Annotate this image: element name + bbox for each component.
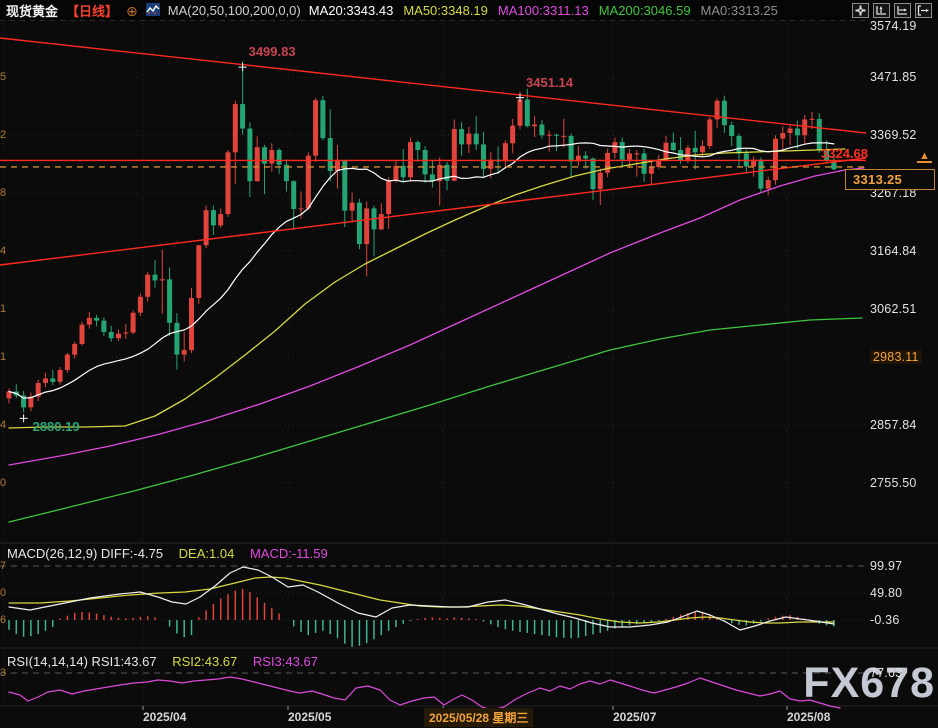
current-price-value: 3313.25 [846, 172, 902, 187]
rsi-panel-title: RSI(14,14,14) RSI1:43.67 RSI2:43.67 RSI3… [7, 654, 330, 669]
resistance-price-label: 3324.68 [821, 146, 868, 161]
ma-settings-label: MA(20,50,100,200,0,0) [168, 3, 301, 18]
left-axis-fragment: 5 [0, 71, 6, 83]
ma-value-1: MA50:3348.19 [403, 3, 488, 18]
trading-chart-window: 现货黄金 【日线】 ⊕ MA(20,50,100,200,0,0) MA20:3… [0, 0, 938, 728]
price-low-annotation: 2880.19 [33, 419, 80, 434]
y-axis-label: 3471.85 [870, 70, 917, 84]
rsi2-value: RSI2:43.67 [172, 654, 237, 669]
x-axis-label: 2025/08 [787, 710, 830, 724]
left-axis-fragment: 4 [0, 245, 6, 257]
price-high-annotation: 3499.83 [249, 44, 296, 59]
left-axis-fragment: 4 [0, 419, 6, 431]
axis-scale-up-icon[interactable] [873, 3, 890, 18]
current-price-box: 3313.25 [845, 169, 935, 190]
ma-value-4: MA0:3313.25 [701, 3, 778, 18]
macd-dea-value: DEA:1.04 [179, 546, 235, 561]
left-axis-fragment: 6 [0, 614, 6, 626]
x-axis-label: 2025/04 [143, 710, 186, 724]
y-axis-label: 77.63 [870, 666, 902, 680]
ma-value-3: MA200:3046.59 [599, 3, 691, 18]
y-axis-label: 3164.84 [870, 244, 917, 258]
x-axis-label: 2025/05 [288, 710, 331, 724]
mini-chart-icon [146, 3, 160, 19]
toolbar: 现货黄金 【日线】 ⊕ MA(20,50,100,200,0,0) MA20:3… [0, 0, 938, 20]
price-high-annotation: 3451.14 [526, 75, 573, 90]
y-axis-label: 49.80 [870, 586, 902, 600]
left-axis-fragment: 0 [0, 587, 6, 599]
rsi1-value: RSI(14,14,14) RSI1:43.67 [7, 654, 157, 669]
axis-scale-right-icon[interactable] [894, 3, 911, 18]
y-axis-label: -0.36 [870, 613, 900, 627]
price-up-arrow-icon: ▲ [917, 151, 932, 163]
symbol-name: 现货黄金 [6, 1, 58, 20]
chart-canvas[interactable] [0, 0, 938, 728]
left-axis-fragment: 3 [0, 667, 6, 679]
ma-values: MA20:3343.43 MA50:3348.19 MA100:3311.13 MA2… [309, 3, 788, 18]
y-axis-label: 3062.51 [870, 302, 917, 316]
y-axis-label: 3574.19 [870, 19, 917, 33]
x-axis-highlighted-date: 2025/05/28 星期三 [424, 708, 533, 727]
toolbar-icon-group [852, 3, 932, 18]
macd-panel-title: MACD(26,12,9) DIFF:-4.75 DEA:1.04 MACD:-… [7, 546, 340, 561]
y-axis-label: 2983.11 [870, 350, 922, 364]
left-axis-fragment: 0 [0, 477, 6, 489]
left-axis-fragment: 1 [0, 303, 6, 315]
left-axis-fragment: 1 [0, 351, 6, 363]
crosshair-move-icon[interactable] [852, 3, 869, 18]
left-axis-fragment: 2 [0, 129, 6, 141]
ma-value-2: MA100:3311.13 [498, 3, 589, 18]
macd-hist-value: MACD:-11.59 [250, 546, 328, 561]
left-axis-fragment: 7 [0, 560, 6, 572]
x-axis-label: 2025/07 [613, 710, 656, 724]
ma-value-0: MA20:3343.43 [309, 3, 394, 18]
y-axis-label: 99.97 [870, 559, 902, 573]
left-axis-fragment: 8 [0, 187, 6, 199]
period-selector[interactable]: 【日线】 [66, 1, 118, 20]
y-axis-label: 3369.52 [870, 128, 917, 142]
y-axis-label: 2857.84 [870, 418, 917, 432]
add-indicator-icon[interactable]: ⊕ [126, 4, 138, 18]
macd-diff-value: MACD(26,12,9) DIFF:-4.75 [7, 546, 163, 561]
rsi3-value: RSI3:43.67 [253, 654, 318, 669]
y-axis-label: 2755.50 [870, 476, 917, 490]
pane-expand-icon[interactable] [915, 3, 932, 18]
